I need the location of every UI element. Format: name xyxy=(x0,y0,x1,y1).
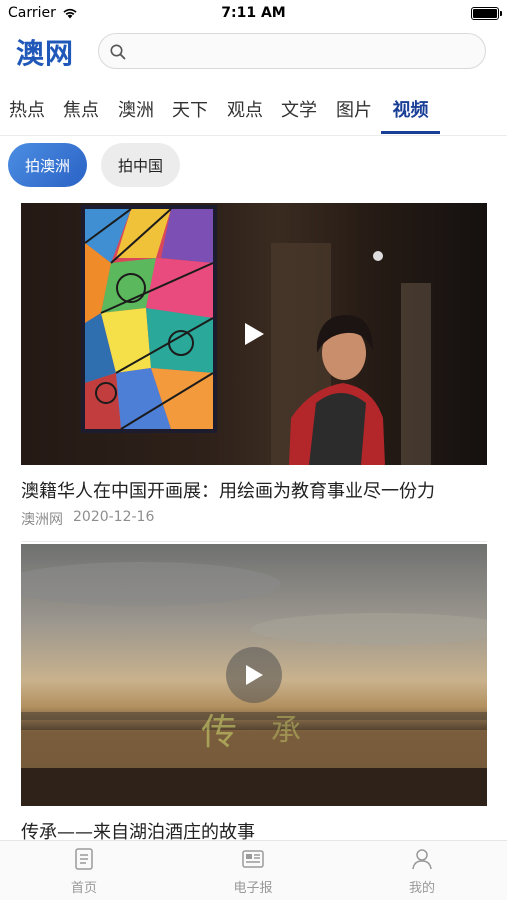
tab-hot[interactable]: 热点 xyxy=(9,96,45,134)
nav-profile-label: 我的 xyxy=(408,881,435,896)
video-source: 澳洲网 xyxy=(21,512,63,528)
battery-icon xyxy=(471,7,502,20)
category-tabs: 热点 焦点 澳洲 天下 观点 文学 图片 视频 xyxy=(0,86,507,136)
video-title[interactable]: 澳籍华人在中国开画展：用绘画为教育事业尽一份力 xyxy=(21,477,487,503)
document-icon xyxy=(75,848,93,870)
app-logo[interactable]: 澳网 xyxy=(16,32,74,72)
search-input[interactable] xyxy=(133,34,473,68)
newspaper-icon xyxy=(242,850,264,868)
divider xyxy=(21,541,487,542)
video-meta: 澳洲网 2020-12-16 xyxy=(21,509,487,529)
tab-world[interactable]: 天下 xyxy=(172,96,208,134)
subtab-film-australia[interactable]: 拍澳洲 xyxy=(8,143,87,187)
video-date: 2020-12-16 xyxy=(73,509,155,525)
person-icon xyxy=(412,849,432,870)
tab-focus[interactable]: 焦点 xyxy=(63,96,99,134)
tab-video[interactable]: 视频 xyxy=(381,96,440,134)
video-thumbnail[interactable] xyxy=(21,203,487,465)
search-icon xyxy=(110,44,126,60)
play-button[interactable] xyxy=(226,647,282,703)
tab-literature[interactable]: 文学 xyxy=(281,96,317,134)
play-icon xyxy=(246,665,263,685)
play-icon xyxy=(245,323,264,345)
tab-pictures[interactable]: 图片 xyxy=(336,96,372,134)
nav-epaper-label: 电子报 xyxy=(233,881,273,896)
app-header: 澳网 xyxy=(0,30,507,74)
subtab-film-china[interactable]: 拍中国 xyxy=(101,143,180,187)
nav-epaper[interactable]: 电子报 xyxy=(203,847,303,896)
svg-text:承: 承 xyxy=(271,713,301,748)
tab-opinion[interactable]: 观点 xyxy=(227,96,263,134)
nav-home-label: 首页 xyxy=(70,881,97,896)
status-time: 7:11 AM xyxy=(221,5,286,21)
video-thumbnail[interactable]: 传 承 xyxy=(21,544,487,806)
nav-home[interactable]: 首页 xyxy=(34,847,134,896)
video-card[interactable]: 传 承 传承——来自湖泊酒庄的故事 xyxy=(21,544,487,844)
tab-australia[interactable]: 澳洲 xyxy=(118,96,154,134)
nav-profile[interactable]: 我的 xyxy=(372,847,472,896)
video-subtabs: 拍澳洲 拍中国 xyxy=(0,143,507,189)
play-button[interactable] xyxy=(226,306,282,362)
bottom-nav: 首页 电子报 我的 xyxy=(0,840,507,900)
svg-text:传: 传 xyxy=(201,712,237,753)
status-bar: Carrier 7:11 AM xyxy=(0,0,507,28)
search-bar[interactable] xyxy=(98,33,486,69)
active-tab-indicator xyxy=(381,131,440,134)
video-card[interactable]: 澳籍华人在中国开画展：用绘画为教育事业尽一份力 澳洲网 2020-12-16 xyxy=(21,203,487,542)
